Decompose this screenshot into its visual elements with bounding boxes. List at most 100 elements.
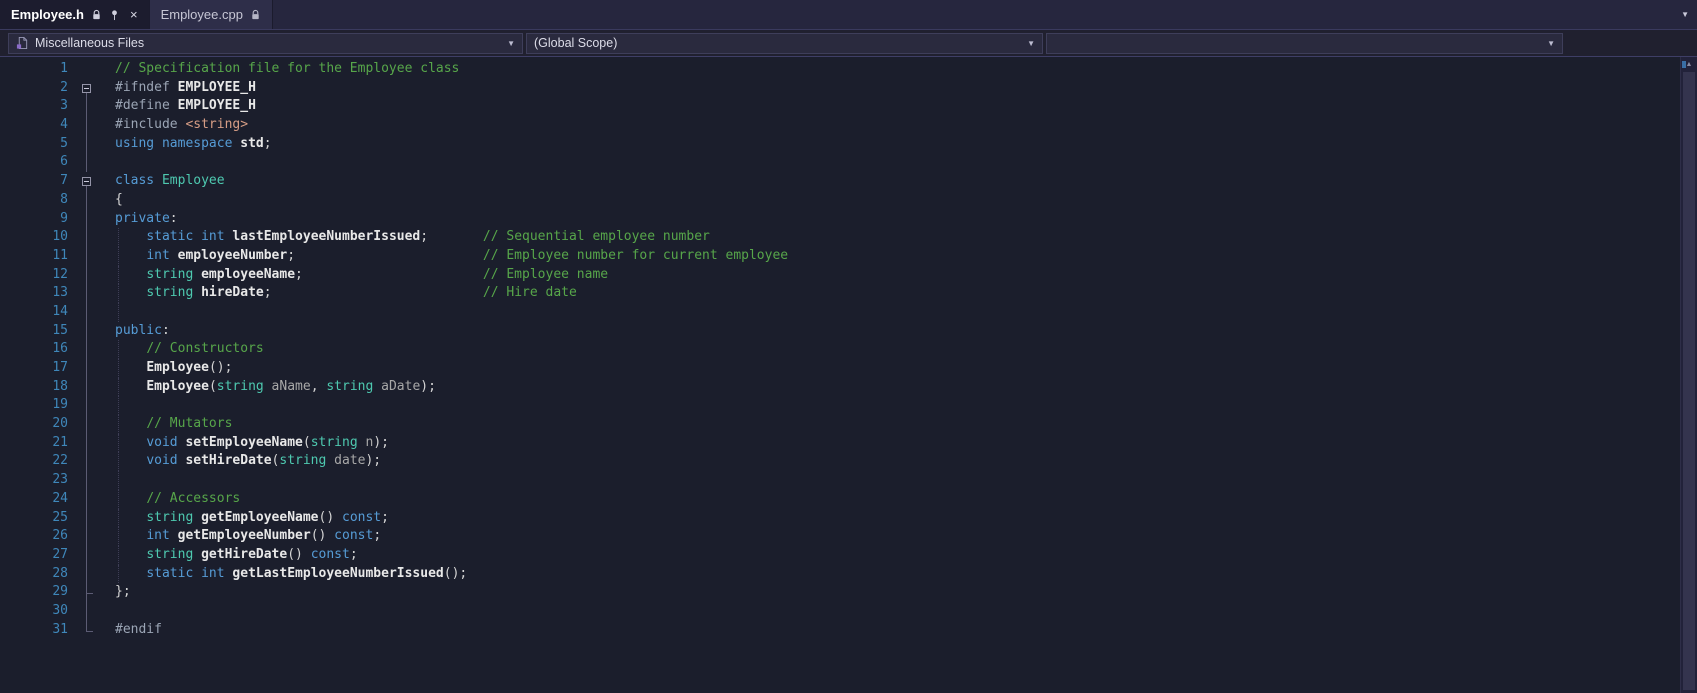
line-content[interactable]: Employee(string aName, string aDate);: [96, 377, 1680, 397]
code-line[interactable]: 9 private:: [0, 209, 1680, 229]
line-content[interactable]: #endif: [96, 621, 1680, 640]
line-content[interactable]: #ifndef EMPLOYEE_H: [96, 79, 1680, 98]
line-content[interactable]: // Specification file for the Employee c…: [96, 60, 1680, 79]
code-line[interactable]: 3 #define EMPLOYEE_H: [0, 97, 1680, 117]
line-content[interactable]: #define EMPLOYEE_H: [96, 97, 1680, 116]
line-content[interactable]: int getEmployeeNumber() const;: [96, 527, 1680, 546]
code-line[interactable]: 16 // Constructors: [0, 340, 1680, 359]
code-line[interactable]: 18 Employee(string aName, string aDate);: [0, 377, 1680, 397]
code-line[interactable]: 29};: [0, 583, 1680, 602]
code-token: int: [201, 565, 225, 581]
code-line[interactable]: 10 static int lastEmployeeNumberIssued; …: [0, 228, 1680, 247]
line-number: 7: [60, 173, 68, 189]
line-content[interactable]: string employeeName; // Employee name: [96, 265, 1680, 285]
line-content[interactable]: private:: [96, 210, 1680, 229]
tab-employee-h[interactable]: Employee.h ×: [0, 0, 150, 29]
line-content[interactable]: // Constructors: [96, 340, 1680, 359]
indent-guide: [118, 284, 119, 303]
line-content[interactable]: string getHireDate() const;: [96, 545, 1680, 565]
code-token: #define: [115, 98, 178, 114]
document-list-chevron-icon[interactable]: ▼: [1673, 10, 1697, 19]
collapse-icon[interactable]: [82, 177, 91, 187]
code-line[interactable]: 26 int getEmployeeNumber() const;: [0, 527, 1680, 546]
line-content[interactable]: {: [96, 191, 1680, 210]
close-icon[interactable]: ×: [127, 7, 138, 22]
line-number: 1: [60, 61, 68, 76]
code-token: void: [146, 453, 178, 469]
code-token: #endif: [115, 621, 162, 637]
line-content[interactable]: };: [96, 583, 1680, 602]
code-token: string: [310, 434, 358, 450]
code-line[interactable]: 21 void setEmployeeName(string n);: [0, 433, 1680, 453]
code-line[interactable]: 20 // Mutators: [0, 415, 1680, 434]
line-content[interactable]: [96, 302, 1680, 322]
vertical-scrollbar[interactable]: ▲: [1680, 57, 1697, 693]
collapse-icon[interactable]: [82, 83, 91, 93]
fold-margin: [78, 97, 96, 117]
tab-label: Employee.h: [11, 7, 84, 22]
line-content[interactable]: string getEmployeeName() const;: [96, 508, 1680, 528]
code-line[interactable]: 24 // Accessors: [0, 489, 1680, 509]
lock-icon: [91, 9, 102, 21]
outline-line: [86, 415, 87, 434]
code-line[interactable]: 8{: [0, 190, 1680, 210]
fold-margin[interactable]: [78, 172, 96, 191]
code-line[interactable]: 6: [0, 153, 1680, 173]
scrollbar-thumb[interactable]: [1683, 72, 1695, 690]
code-line[interactable]: 28 static int getLastEmployeeNumberIssue…: [0, 564, 1680, 584]
code-line[interactable]: 19: [0, 396, 1680, 416]
code-line[interactable]: 22 void setHireDate(string date);: [0, 452, 1680, 472]
line-content[interactable]: static int getLastEmployeeNumberIssued()…: [96, 564, 1680, 584]
code-line[interactable]: 30: [0, 601, 1680, 621]
line-content[interactable]: string hireDate; // Hire date: [96, 284, 1680, 303]
tab-employee-cpp[interactable]: Employee.cpp: [149, 0, 273, 29]
code-token: string: [146, 266, 194, 282]
line-content[interactable]: // Mutators: [96, 415, 1680, 434]
code-line[interactable]: 13 string hireDate; // Hire date: [0, 284, 1680, 303]
code-area[interactable]: 1 // Specification file for the Employee …: [0, 57, 1680, 693]
fold-margin[interactable]: [78, 79, 96, 98]
code-line[interactable]: 1 // Specification file for the Employee …: [0, 60, 1680, 79]
code-line[interactable]: 12 string employeeName; // Employee name: [0, 265, 1680, 285]
code-line[interactable]: 31 #endif: [0, 620, 1680, 640]
code-line[interactable]: 15 public:: [0, 321, 1680, 341]
pin-icon[interactable]: [109, 9, 120, 21]
code-line[interactable]: 23: [0, 471, 1680, 490]
code-line[interactable]: 5 using namespace std;: [0, 134, 1680, 154]
line-content[interactable]: class Employee: [96, 172, 1680, 191]
code-line[interactable]: 14: [0, 302, 1680, 322]
indent-guide: [118, 471, 119, 490]
line-content[interactable]: int employeeNumber; // Employee number f…: [96, 246, 1680, 266]
code-line[interactable]: 7 class Employee: [0, 172, 1680, 191]
code-line[interactable]: 17 Employee();: [0, 359, 1680, 378]
line-content[interactable]: [96, 396, 1680, 416]
code-line[interactable]: 27 string getHireDate() const;: [0, 545, 1680, 565]
project-dropdown[interactable]: Miscellaneous Files ▼: [8, 32, 523, 54]
code-line[interactable]: 4 #include <string>: [0, 116, 1680, 135]
code-line[interactable]: 25 string getEmployeeName() const;: [0, 508, 1680, 528]
chevron-down-icon[interactable]: ▼: [1027, 39, 1035, 48]
line-content[interactable]: void setEmployeeName(string n);: [96, 433, 1680, 453]
scope-dropdown[interactable]: (Global Scope) ▼: [526, 32, 1043, 54]
chevron-down-icon[interactable]: ▼: [507, 39, 515, 48]
line-content[interactable]: [96, 471, 1680, 490]
line-content[interactable]: public:: [96, 322, 1680, 341]
member-dropdown[interactable]: ▼: [1046, 32, 1563, 54]
line-content[interactable]: void setHireDate(string date);: [96, 452, 1680, 472]
line-content[interactable]: Employee();: [96, 359, 1680, 378]
line-content[interactable]: #include <string>: [96, 116, 1680, 135]
fold-margin: [78, 153, 96, 173]
line-content[interactable]: [96, 602, 1680, 621]
code-line[interactable]: 2 #ifndef EMPLOYEE_H: [0, 79, 1680, 98]
line-content[interactable]: // Accessors: [96, 489, 1680, 509]
fold-margin: [78, 209, 96, 229]
line-content[interactable]: static int lastEmployeeNumberIssued; // …: [96, 228, 1680, 247]
code-line[interactable]: 11 int employeeNumber; // Employee numbe…: [0, 246, 1680, 266]
line-content[interactable]: using namespace std;: [96, 135, 1680, 154]
chevron-down-icon[interactable]: ▼: [1547, 39, 1555, 48]
line-content[interactable]: [96, 153, 1680, 172]
